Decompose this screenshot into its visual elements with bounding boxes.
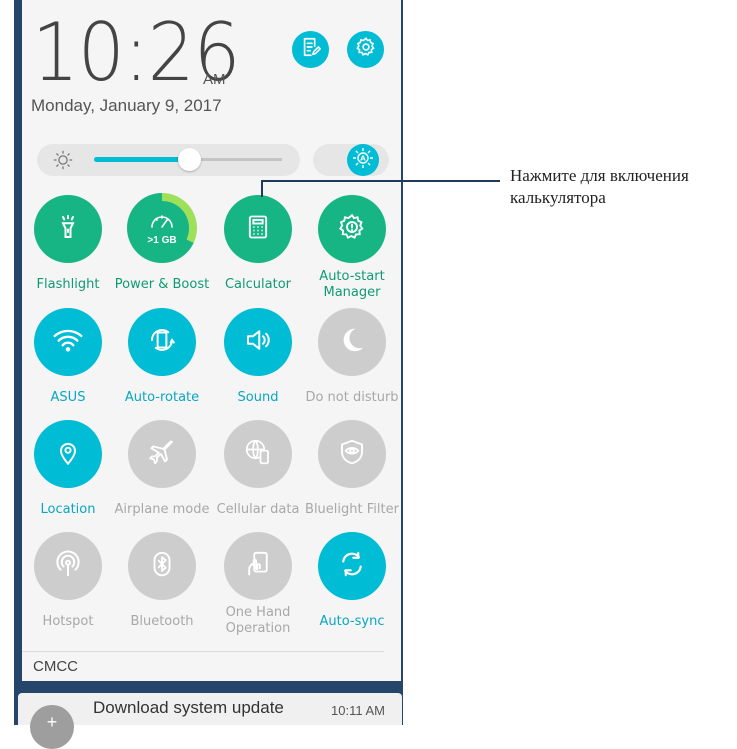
- globe-phone-icon: [243, 437, 273, 472]
- boost-inner: >1 GB: [135, 201, 189, 255]
- clock-date: Monday, January 9, 2017: [31, 96, 222, 115]
- tile-circle: [318, 308, 386, 376]
- auto-brightness-icon: A: [351, 146, 375, 175]
- tile-circle: [318, 420, 386, 488]
- clock-ampm: AM: [203, 71, 226, 88]
- notification-title: Download system update: [93, 698, 284, 717]
- tile-circle: [128, 420, 196, 488]
- brightness-thumb[interactable]: [178, 148, 201, 171]
- auto-brightness-knob[interactable]: A: [347, 144, 379, 176]
- tile-circle: [318, 195, 386, 263]
- boost-usage-ring[interactable]: >1 GB: [127, 193, 197, 263]
- tile-label: One Hand Operation: [225, 605, 291, 636]
- tile-label: Bluetooth: [130, 614, 194, 629]
- callout-line: [262, 180, 500, 182]
- callout-pointer: [261, 180, 263, 197]
- tile-circle: [224, 532, 292, 600]
- tile-circle: [128, 532, 196, 600]
- wifi-icon: [52, 326, 84, 359]
- tile-circle: [318, 532, 386, 600]
- speedometer-icon: [149, 211, 175, 234]
- brightness-rest: [190, 158, 282, 161]
- edit-quick-settings-button[interactable]: [292, 31, 329, 68]
- tile-label: ASUS: [50, 390, 86, 405]
- calculator-icon: [244, 213, 272, 246]
- notification-avatar: +: [30, 705, 74, 749]
- tile-circle: [224, 308, 292, 376]
- gear-exclamation-icon: [337, 212, 367, 247]
- tile-label: Sound: [237, 390, 279, 405]
- tile-circle: [34, 308, 102, 376]
- tile-label: Cellular data: [216, 502, 300, 517]
- notification-time: 10:11 AM: [331, 703, 385, 718]
- carrier-label: CMCC: [33, 658, 78, 675]
- callout-text: Нажмите для включения калькулятора: [510, 166, 689, 207]
- settings-button[interactable]: [347, 31, 384, 68]
- gear-icon: [355, 36, 377, 63]
- tile-label: Hotspot: [42, 614, 94, 629]
- tile-label: Bluelight Filter: [305, 502, 399, 517]
- moon-icon: [337, 325, 367, 360]
- brightness-fill: [94, 157, 190, 162]
- flashlight-icon: [53, 212, 83, 247]
- tile-circle: [224, 420, 292, 488]
- tile-label: Auto-start Manager: [319, 269, 385, 300]
- tile-label: Flashlight: [36, 277, 100, 292]
- hotspot-icon: [53, 549, 83, 584]
- tile-circle: [224, 195, 292, 263]
- tile-label: Power & Boost: [114, 277, 210, 292]
- tile-circle: [34, 420, 102, 488]
- edit-list-icon: [300, 36, 322, 63]
- tile-label: Do not disturb: [305, 390, 399, 405]
- tile-circle: [34, 532, 102, 600]
- svg-text:A: A: [360, 154, 366, 162]
- boost-value: >1 GB: [147, 234, 177, 246]
- divider: [22, 651, 384, 652]
- tile-label: Auto-sync: [319, 614, 385, 629]
- eye-shield-icon: [337, 437, 367, 472]
- airplane-icon: [147, 437, 177, 472]
- tile-label: Location: [40, 502, 96, 517]
- tile-circle: [34, 195, 102, 263]
- brightness-sun-icon: [52, 149, 74, 176]
- location-pin-icon: [54, 437, 82, 472]
- speaker-icon: [243, 325, 273, 360]
- sync-icon: [337, 549, 367, 584]
- bluetooth-icon: [147, 549, 177, 584]
- one-hand-icon: [243, 549, 273, 584]
- rotate-icon: [147, 325, 177, 360]
- tile-label: Auto-rotate: [124, 390, 200, 405]
- tile-label: Calculator: [224, 277, 291, 292]
- tile-label: Airplane mode: [114, 502, 210, 517]
- tile-circle: [128, 308, 196, 376]
